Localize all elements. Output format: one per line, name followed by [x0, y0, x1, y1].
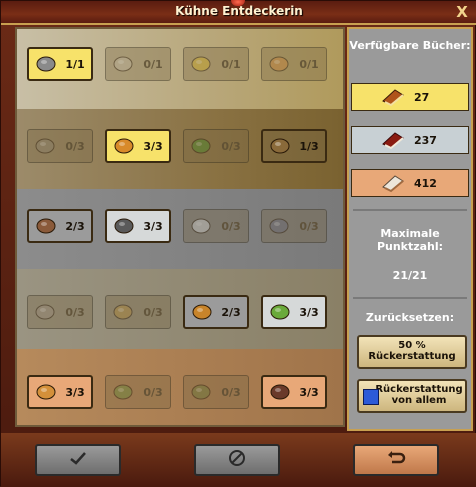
- reset-half-refund-line1: 50 %: [398, 340, 426, 351]
- reset-full-refund-line1: Rückerstattung: [375, 384, 463, 395]
- pouch-icon: [188, 380, 214, 404]
- backpack-icon: [33, 214, 59, 238]
- stones-icon: [32, 300, 58, 324]
- skill-node-count: 0/3: [65, 139, 85, 153]
- reset-full-refund-line2: von allem: [391, 395, 447, 406]
- skill-node-count: 0/1: [299, 57, 319, 71]
- leaves-icon: [110, 380, 136, 404]
- white-book-icon: [380, 171, 410, 195]
- gold-book-icon: [380, 85, 410, 109]
- skill-node-count: 3/3: [65, 385, 85, 399]
- red-book-icon: [380, 128, 410, 152]
- skill-node[interactable]: 0/1: [183, 47, 249, 81]
- orange-compass-icon: [33, 380, 59, 404]
- skill-node-count: 3/3: [299, 305, 319, 319]
- close-button[interactable]: X: [453, 3, 471, 21]
- book-row-red: 237: [351, 126, 469, 154]
- white-book-count: 412: [414, 176, 437, 190]
- skill-node[interactable]: 0/3: [105, 295, 171, 329]
- skill-node-count: 1/1: [65, 57, 85, 71]
- book-row-gold: 27: [351, 83, 469, 111]
- skill-node[interactable]: 1/1: [27, 47, 93, 81]
- skill-node-count: 0/3: [143, 305, 163, 319]
- reset-full-refund-button[interactable]: Rückerstattung von allem: [357, 379, 467, 413]
- green-gem-icon: [188, 134, 214, 158]
- skill-node-count: 3/3: [299, 385, 319, 399]
- red-book-count: 237: [414, 133, 437, 147]
- skill-node-count: 3/3: [143, 139, 163, 153]
- gold-coin-icon: [188, 52, 214, 76]
- skill-node[interactable]: 0/3: [27, 295, 93, 329]
- skill-node-count: 2/3: [221, 305, 241, 319]
- skill-node[interactable]: 0/3: [261, 209, 327, 243]
- mushroom-icon: [266, 52, 292, 76]
- skill-node[interactable]: 2/3: [27, 209, 93, 243]
- checkmark-icon: [68, 450, 88, 470]
- confirm-button[interactable]: [35, 444, 121, 476]
- stone-block-icon: [110, 52, 136, 76]
- skill-node[interactable]: 3/3: [261, 295, 327, 329]
- window-title: Kühne Entdeckerin: [175, 4, 303, 18]
- skill-node-count: 0/3: [65, 305, 85, 319]
- skill-node-count: 0/3: [221, 219, 241, 233]
- skill-node[interactable]: 0/3: [183, 209, 249, 243]
- sidebar-panel: Verfügbare Bücher: 27 237 412 Maximale P…: [347, 27, 473, 431]
- double-treasure-map-icon: [111, 134, 137, 158]
- skill-node[interactable]: 0/3: [183, 375, 249, 409]
- bag-with-gem-icon: [267, 300, 293, 324]
- mechanical-device-icon: [33, 52, 59, 76]
- footer-bar: [1, 433, 476, 487]
- skill-node-count: 0/3: [299, 219, 319, 233]
- horse-icon: [266, 214, 292, 238]
- title-bar: Kühne Entdeckerin X: [1, 0, 476, 25]
- back-button[interactable]: [353, 444, 439, 476]
- skill-node-count: 0/3: [143, 385, 163, 399]
- compass-icon: [189, 300, 215, 324]
- skill-node[interactable]: 3/3: [27, 375, 93, 409]
- skill-node[interactable]: 0/3: [105, 375, 171, 409]
- skill-node[interactable]: 1/3: [261, 129, 327, 163]
- skill-tree-panel: 1/1 0/1 0/1 0/1 0/3 3/3 0/3 1/3 2/3 3/3 0/3 0/3 0/3 0…: [15, 27, 345, 427]
- max-points-value: 21/21: [392, 269, 428, 282]
- undo-arrow-icon: [386, 450, 406, 470]
- max-points-heading: Maximale Punktzahl:: [376, 227, 444, 253]
- arrows-icon: [188, 214, 214, 238]
- refund-blue-icon: [363, 389, 379, 405]
- treasure-key-icon: [110, 300, 136, 324]
- skill-node[interactable]: 0/1: [105, 47, 171, 81]
- skill-node-count: 2/3: [65, 219, 85, 233]
- skill-node[interactable]: 0/3: [183, 129, 249, 163]
- skill-node[interactable]: 3/3: [261, 375, 327, 409]
- books-heading: Verfügbare Bücher:: [349, 39, 471, 52]
- sidebar-divider: [353, 297, 467, 299]
- reset-heading: Zurücksetzen:: [365, 311, 455, 324]
- cancel-button[interactable]: [194, 444, 280, 476]
- skill-tree-window: Kühne Entdeckerin X 1/1 0/1 0/1 0/1 0/3 3/3 0/…: [0, 0, 476, 487]
- skill-node-count: 3/3: [143, 219, 163, 233]
- skill-node[interactable]: 0/3: [27, 129, 93, 163]
- skill-node-count: 0/1: [143, 57, 163, 71]
- reset-half-refund-button[interactable]: 50 % Rückerstattung: [357, 335, 467, 369]
- boots-icon: [267, 380, 293, 404]
- skill-node-count: 0/1: [221, 57, 241, 71]
- reset-half-refund-line2: Rückerstattung: [368, 351, 456, 362]
- book-row-white: 412: [351, 169, 469, 197]
- skill-node-count: 0/3: [221, 385, 241, 399]
- skill-node-count: 0/3: [221, 139, 241, 153]
- forbidden-icon: [228, 449, 246, 471]
- sidebar-divider: [353, 209, 467, 211]
- skill-node[interactable]: 0/1: [261, 47, 327, 81]
- shovel-icon: [111, 214, 137, 238]
- skill-node-count: 1/3: [299, 139, 319, 153]
- skill-node[interactable]: 3/3: [105, 209, 171, 243]
- skill-node[interactable]: 3/3: [105, 129, 171, 163]
- rock-icon: [32, 134, 58, 158]
- gold-book-count: 27: [414, 90, 430, 104]
- binoculars-icon: [267, 134, 293, 158]
- skill-node[interactable]: 2/3: [183, 295, 249, 329]
